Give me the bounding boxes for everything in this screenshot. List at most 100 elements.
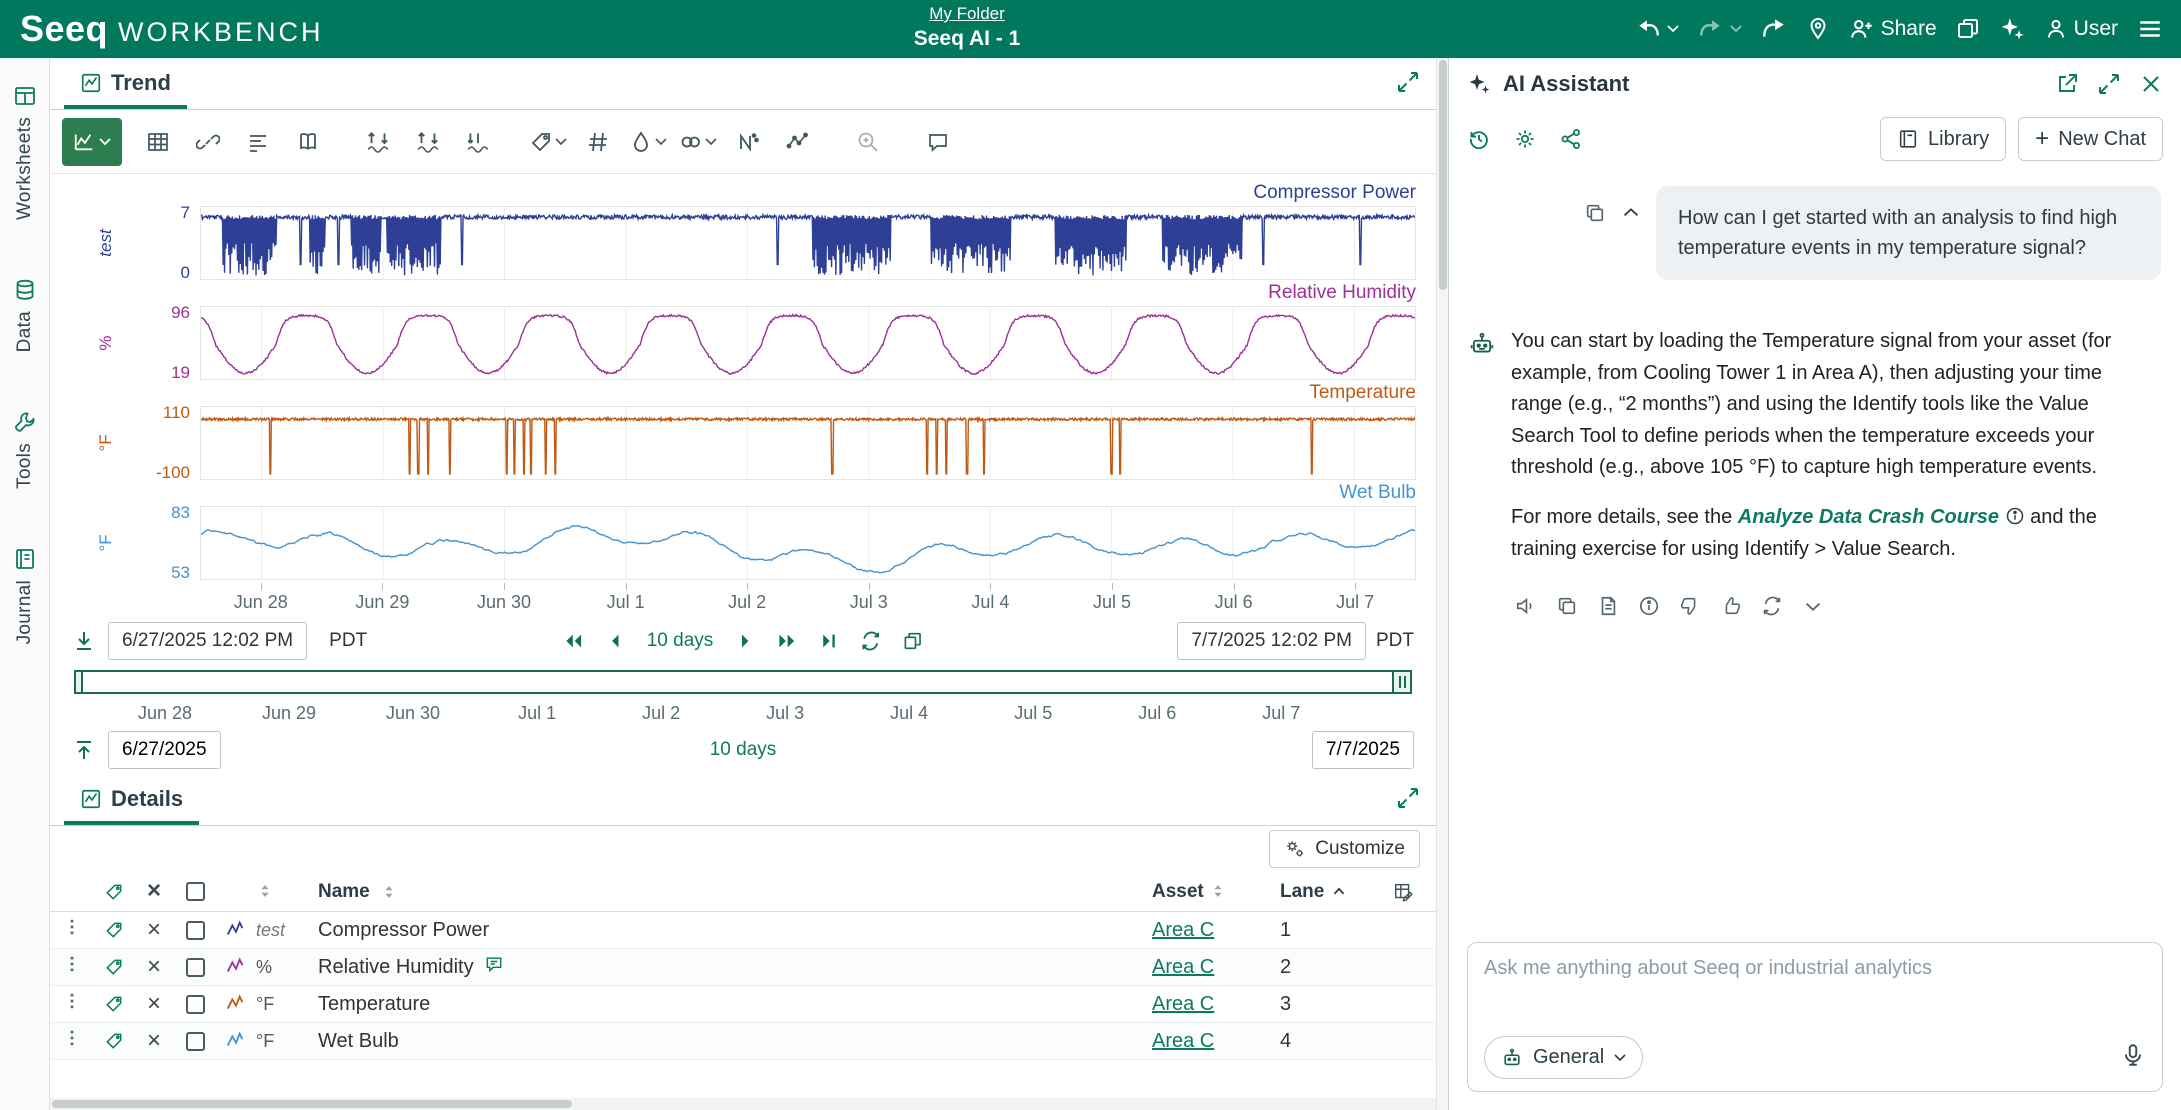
isolate-column-header-icon[interactable]: [94, 882, 134, 902]
journal-compare-button[interactable]: [286, 120, 330, 164]
customize-button[interactable]: Customize: [1269, 830, 1420, 868]
row-isolate-button[interactable]: [94, 920, 134, 940]
thumbs-up-button[interactable]: [1720, 595, 1742, 617]
open-in-new-window-button[interactable]: [2055, 72, 2079, 96]
series-label[interactable]: Temperature: [50, 382, 1436, 406]
row-checkbox[interactable]: [186, 995, 205, 1014]
details-row[interactable]: ×testCompressor PowerArea C1: [50, 912, 1436, 949]
view-sources-button[interactable]: [1597, 595, 1619, 617]
details-row[interactable]: ×°FWet BulbArea C4: [50, 1023, 1436, 1060]
series-label[interactable]: Compressor Power: [50, 182, 1436, 206]
redo-button[interactable]: [1698, 16, 1742, 42]
range-handle-left[interactable]: [74, 670, 83, 694]
thumbs-down-button[interactable]: [1679, 595, 1701, 617]
comment-icon[interactable]: [484, 954, 504, 980]
asset-link[interactable]: Area C: [1152, 993, 1214, 1015]
copy-response-button[interactable]: [1556, 595, 1578, 617]
details-row[interactable]: ×°FTemperatureArea C3: [50, 986, 1436, 1023]
series-label[interactable]: Wet Bulb: [50, 482, 1436, 506]
scroll-thumb[interactable]: [1439, 60, 1447, 290]
gridlines-button[interactable]: [576, 120, 620, 164]
chat-input-container[interactable]: General: [1467, 942, 2163, 1092]
dimming-button[interactable]: [626, 120, 670, 164]
rail-item-tools[interactable]: Tools: [13, 410, 37, 489]
step-back-half-button[interactable]: [605, 630, 627, 652]
select-all-checkbox[interactable]: [186, 882, 205, 901]
load-range-down-button[interactable]: [72, 629, 96, 653]
column-asset-label[interactable]: Asset: [1152, 881, 1204, 902]
window-switch-button[interactable]: [1956, 17, 1980, 41]
zoom-button[interactable]: [846, 120, 890, 164]
crash-course-link[interactable]: Analyze Data Crash Course: [1738, 506, 1999, 528]
collapse-message-button[interactable]: [1620, 202, 1642, 224]
y-axis[interactable]: °F8353: [50, 506, 200, 580]
data-table-button[interactable]: [136, 120, 180, 164]
new-chat-button[interactable]: + New Chat: [2018, 117, 2163, 161]
step-forward-half-button[interactable]: [733, 630, 755, 652]
y-axis[interactable]: °F110-100: [50, 406, 200, 480]
share-button[interactable]: Share: [1849, 16, 1937, 42]
more-actions-button[interactable]: [1802, 595, 1824, 617]
sort-asset-button[interactable]: [1209, 882, 1227, 900]
auto-update-button[interactable]: [859, 630, 881, 652]
row-menu-button[interactable]: [50, 991, 94, 1017]
asset-link[interactable]: Area C: [1152, 1030, 1214, 1052]
horizontal-scrollbar[interactable]: [50, 1098, 1436, 1110]
sort-type-button[interactable]: [256, 882, 274, 900]
start-datetime-input[interactable]: 6/27/2025 12:02 PM: [108, 622, 307, 660]
tab-trend[interactable]: Trend: [64, 62, 187, 109]
step-to-now-button[interactable]: [817, 630, 839, 652]
breadcrumb[interactable]: My Folder: [914, 4, 1021, 24]
scroll-thumb[interactable]: [52, 1100, 572, 1108]
asset-link[interactable]: Area C: [1152, 956, 1214, 978]
annotation-button[interactable]: [916, 120, 960, 164]
info-icon[interactable]: [2005, 506, 2025, 526]
x-axis[interactable]: Jun 28Jun 29Jun 30Jul 1Jul 2Jul 3Jul 4Ju…: [200, 582, 1416, 616]
details-expand-button[interactable]: [1396, 786, 1420, 815]
share-chat-button[interactable]: [1559, 127, 1583, 151]
chat-input[interactable]: [1484, 957, 2146, 980]
ai-expand-button[interactable]: [2097, 72, 2121, 96]
sort-lane-active[interactable]: [1330, 883, 1348, 901]
ai-settings-button[interactable]: [1513, 127, 1537, 151]
range-end-input[interactable]: 7/7/2025: [1312, 731, 1414, 769]
row-checkbox[interactable]: [186, 1032, 205, 1051]
details-row[interactable]: ×%Relative HumidityArea C2: [50, 949, 1436, 986]
range-duration[interactable]: 10 days: [710, 739, 777, 761]
list-export-button[interactable]: [236, 120, 280, 164]
row-remove-button[interactable]: ×: [134, 955, 174, 980]
asset-link[interactable]: Area C: [1152, 919, 1214, 941]
row-isolate-button[interactable]: [94, 957, 134, 977]
step-back-full-button[interactable]: [563, 630, 585, 652]
y-axis[interactable]: %9619: [50, 306, 200, 380]
range-start-input[interactable]: 6/27/2025: [108, 731, 221, 769]
row-menu-button[interactable]: [50, 954, 94, 980]
end-datetime-input[interactable]: 7/7/2025 12:02 PM: [1177, 622, 1366, 660]
tab-details[interactable]: Details: [64, 778, 199, 825]
signal-autoscale-button[interactable]: [456, 120, 500, 164]
row-checkbox[interactable]: [186, 921, 205, 940]
range-track[interactable]: [74, 670, 1412, 694]
seeq-logo[interactable]: Seeq WORKBENCH: [20, 8, 324, 50]
forward-button[interactable]: [1761, 16, 1787, 42]
trend-plot[interactable]: [200, 406, 1416, 480]
load-range-up-button[interactable]: [72, 738, 96, 762]
grouping-button[interactable]: [676, 120, 720, 164]
row-remove-button[interactable]: ×: [134, 992, 174, 1017]
undo-button[interactable]: [1635, 16, 1679, 42]
chat-history-button[interactable]: [1467, 127, 1491, 151]
response-info-button[interactable]: [1638, 595, 1660, 617]
remove-all-button[interactable]: ×: [134, 879, 174, 904]
row-menu-button[interactable]: [50, 917, 94, 943]
table-settings-button[interactable]: [1372, 881, 1436, 903]
read-aloud-button[interactable]: [1515, 595, 1537, 617]
column-name-label[interactable]: Name: [318, 881, 370, 903]
interpolation-button[interactable]: [726, 120, 770, 164]
library-button[interactable]: Library: [1880, 117, 2006, 161]
main-menu-button[interactable]: [2137, 16, 2163, 42]
copy-message-button[interactable]: [1584, 202, 1606, 224]
mode-selector[interactable]: General: [1484, 1036, 1643, 1079]
duration-button[interactable]: 10 days: [647, 630, 714, 652]
y-axis[interactable]: test70: [50, 206, 200, 280]
copy-range-button[interactable]: [901, 630, 923, 652]
